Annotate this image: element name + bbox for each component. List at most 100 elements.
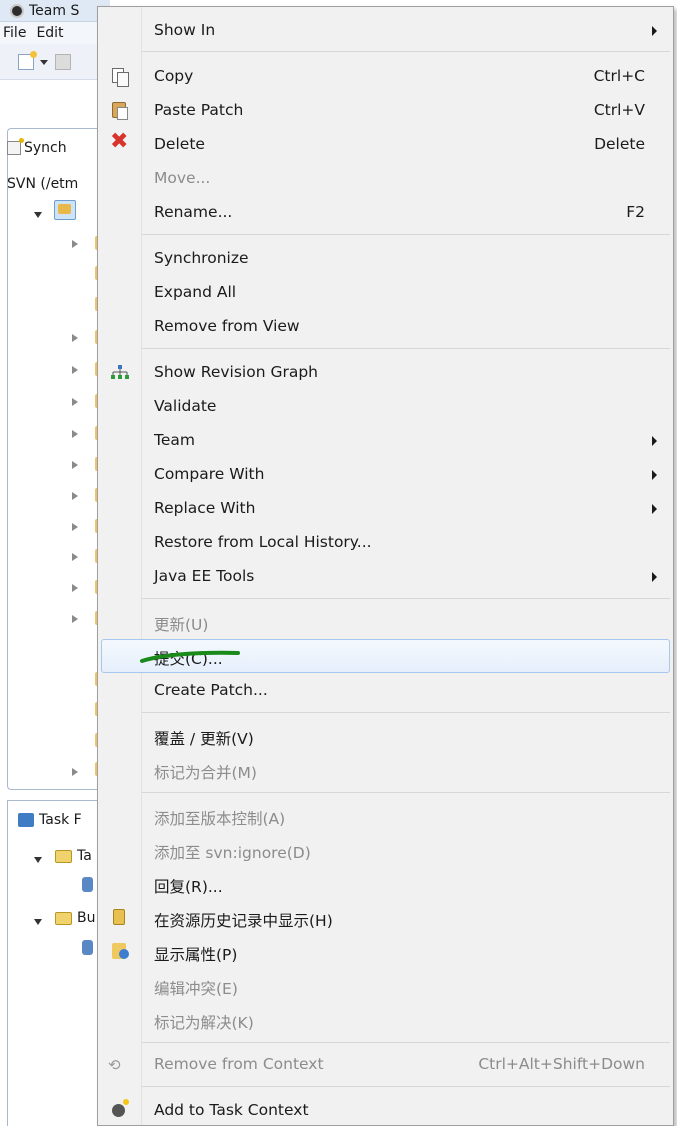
- tree-collapse-icon[interactable]: [72, 240, 78, 248]
- context-menu: Show In Copy Ctrl+C Paste Patch Ctrl+V ✖…: [97, 6, 674, 1126]
- menu-separator: [142, 792, 670, 793]
- menu-item-synchronize[interactable]: Synchronize: [98, 241, 673, 275]
- menu-item-shortcut: Ctrl+V: [593, 101, 645, 119]
- menu-item-label: 添加至版本控制(A): [154, 810, 286, 828]
- menu-item-label: Delete: [154, 135, 205, 153]
- submenu-arrow-icon: [652, 470, 657, 480]
- menu-item-label: 标记为解决(K): [154, 1014, 254, 1032]
- menu-item-mark-merged: 标记为合并(M): [98, 753, 673, 787]
- menu-file[interactable]: File: [3, 25, 26, 41]
- menu-item-show-in[interactable]: Show In: [98, 13, 673, 47]
- menu-edit[interactable]: Edit: [36, 25, 63, 41]
- svn-project-icon[interactable]: [54, 200, 76, 220]
- menu-item-label: Rename...: [154, 203, 233, 221]
- folder-icon[interactable]: [55, 850, 72, 863]
- menu-item-expand-all[interactable]: Expand All: [98, 275, 673, 309]
- submenu-arrow-icon: [652, 572, 657, 582]
- menu-item-replace-with[interactable]: Replace With: [98, 491, 673, 525]
- menu-item-shortcut: Ctrl+Alt+Shift+Down: [478, 1055, 645, 1073]
- menu-item-compare-with[interactable]: Compare With: [98, 457, 673, 491]
- menu-item-remove-from-view[interactable]: Remove from View: [98, 309, 673, 343]
- tree-collapse-icon[interactable]: [72, 492, 78, 500]
- tree-collapse-icon[interactable]: [72, 430, 78, 438]
- tree-expand-icon[interactable]: [34, 212, 42, 218]
- menu-item-label: 更新(U): [154, 616, 209, 634]
- tree-collapse-icon[interactable]: [72, 615, 78, 623]
- submenu-arrow-icon: [652, 504, 657, 514]
- menu-item-restore-local-history[interactable]: Restore from Local History...: [98, 525, 673, 559]
- menu-item-label: Restore from Local History...: [154, 533, 372, 551]
- tree-collapse-icon[interactable]: [72, 584, 78, 592]
- annotation-underline: [140, 650, 240, 663]
- title-bar: Team S: [0, 0, 110, 22]
- menu-item-label: Add to Task Context: [154, 1101, 309, 1119]
- tree-expand-icon[interactable]: [34, 919, 42, 925]
- save-icon[interactable]: [55, 54, 71, 70]
- menu-item-rename[interactable]: Rename... F2: [98, 195, 673, 229]
- tree-expand-icon[interactable]: [34, 857, 42, 863]
- menu-item-add-version-control: 添加至版本控制(A): [98, 799, 673, 833]
- tree-collapse-icon[interactable]: [72, 334, 78, 342]
- history-icon: [113, 909, 125, 925]
- submenu-arrow-icon: [652, 436, 657, 446]
- menu-item-team[interactable]: Team: [98, 423, 673, 457]
- menu-item-svn-update: 更新(U): [98, 605, 673, 639]
- menu-item-override-update[interactable]: 覆盖 / 更新(V): [98, 719, 673, 753]
- menu-item-remove-from-context: ⟲ Remove from Context Ctrl+Alt+Shift+Dow…: [98, 1047, 673, 1081]
- menu-item-label: Show Revision Graph: [154, 363, 318, 381]
- menu-separator: [142, 712, 670, 713]
- menu-item-label: 在资源历史记录中显示(H): [154, 912, 333, 930]
- database-icon[interactable]: [82, 940, 93, 955]
- menu-item-label: Synchronize: [154, 249, 249, 267]
- menu-item-label: Replace With: [154, 499, 256, 517]
- tree-collapse-icon[interactable]: [72, 553, 78, 561]
- menu-item-label: Remove from Context: [154, 1055, 324, 1073]
- delete-icon: ✖: [110, 129, 129, 154]
- menu-item-label: Compare With: [154, 465, 265, 483]
- menu-item-show-revision-graph[interactable]: Show Revision Graph: [98, 355, 673, 389]
- menu-item-label: 覆盖 / 更新(V): [154, 730, 254, 748]
- tree-collapse-icon[interactable]: [72, 461, 78, 469]
- remove-context-icon: ⟲: [108, 1056, 121, 1074]
- task-folder-label: Bu: [77, 910, 96, 926]
- menu-item-copy[interactable]: Copy Ctrl+C: [98, 59, 673, 93]
- menu-separator: [142, 598, 670, 599]
- menu-item-validate[interactable]: Validate: [98, 389, 673, 423]
- menu-item-delete[interactable]: ✖ Delete Delete: [98, 127, 673, 161]
- menu-item-show-properties[interactable]: 显示属性(P): [98, 935, 673, 969]
- menu-item-revert[interactable]: 回复(R)...: [98, 867, 673, 901]
- menu-item-label: Validate: [154, 397, 217, 415]
- paste-icon: [112, 102, 128, 120]
- window-title: Team S: [29, 2, 80, 19]
- menu-item-shortcut: Delete: [594, 135, 645, 153]
- synchronize-tab[interactable]: Synch: [7, 138, 67, 156]
- menu-item-label: Paste Patch: [154, 101, 244, 119]
- tree-collapse-icon[interactable]: [72, 523, 78, 531]
- menu-item-label: Java EE Tools: [154, 567, 255, 585]
- tree-collapse-icon[interactable]: [72, 398, 78, 406]
- menu-item-mark-resolved: 标记为解决(K): [98, 1003, 673, 1037]
- add-context-icon: [112, 1099, 129, 1117]
- revision-graph-icon: [111, 365, 129, 379]
- menu-item-edit-conflicts: 编辑冲突(E): [98, 969, 673, 1003]
- folder-icon[interactable]: [55, 912, 72, 925]
- menu-separator: [142, 51, 670, 52]
- tree-collapse-icon[interactable]: [72, 768, 78, 776]
- tree-collapse-icon[interactable]: [72, 366, 78, 374]
- menu-separator: [142, 1042, 670, 1043]
- menu-item-paste-patch[interactable]: Paste Patch Ctrl+V: [98, 93, 673, 127]
- new-wizard-icon[interactable]: [18, 51, 37, 70]
- task-repositories-tab[interactable]: Task F: [18, 812, 82, 828]
- menu-item-create-patch[interactable]: Create Patch...: [98, 673, 673, 707]
- menu-item-add-svn-ignore: 添加至 svn:ignore(D): [98, 833, 673, 867]
- submenu-arrow-icon: [652, 26, 657, 36]
- menu-item-move: Move...: [98, 161, 673, 195]
- menu-item-java-ee-tools[interactable]: Java EE Tools: [98, 559, 673, 593]
- chevron-down-icon[interactable]: [40, 60, 48, 65]
- menu-separator: [142, 348, 670, 349]
- svn-repository-label: SVN (/etm: [7, 176, 79, 192]
- menu-item-add-to-task-context[interactable]: Add to Task Context: [98, 1093, 673, 1126]
- database-icon[interactable]: [82, 877, 93, 892]
- main-toolbar: [0, 44, 110, 80]
- menu-item-show-resource-history[interactable]: 在资源历史记录中显示(H): [98, 901, 673, 935]
